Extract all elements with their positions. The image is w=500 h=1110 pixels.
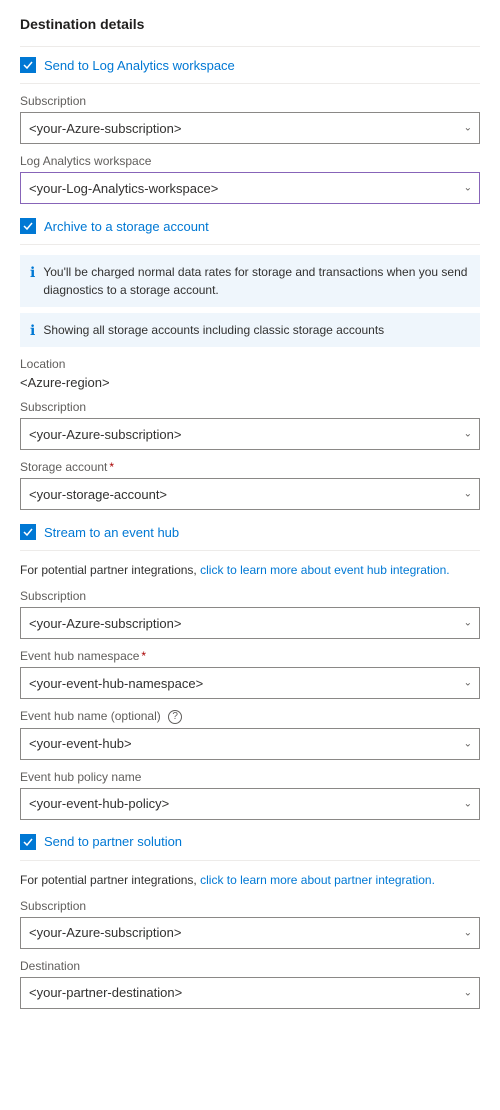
log-analytics-checkbox[interactable] <box>20 57 36 73</box>
partner-destination-dropdown-wrapper: <your-partner-destination> ⌄ <box>20 977 480 1009</box>
storage-account-dropdown-wrapper: <your-storage-account> ⌄ <box>20 478 480 510</box>
event-hub-policy-select[interactable]: <your-event-hub-policy> <box>20 788 480 820</box>
partner-subscription-select[interactable]: <your-Azure-subscription> <box>20 917 480 949</box>
event-hub-namespace-dropdown-wrapper: <your-event-hub-namespace> ⌄ <box>20 667 480 699</box>
storage-location-block: Location <Azure-region> <box>20 357 480 390</box>
partner-subscription-dropdown-wrapper: <your-Azure-subscription> ⌄ <box>20 917 480 949</box>
divider-top <box>20 46 480 47</box>
storage-info-box-2: ℹ Showing all storage accounts including… <box>20 313 480 347</box>
event-hub-namespace-block: Event hub namespace* <your-event-hub-nam… <box>20 649 480 699</box>
storage-location-value: <Azure-region> <box>20 375 480 390</box>
event-hub-subscription-dropdown-wrapper: <your-Azure-subscription> ⌄ <box>20 607 480 639</box>
page-title: Destination details <box>20 16 480 32</box>
info-icon-1: ℹ <box>30 264 35 281</box>
storage-subscription-block: Subscription <your-Azure-subscription> ⌄ <box>20 400 480 450</box>
storage-checkbox-row[interactable]: Archive to a storage account <box>20 218 480 234</box>
divider-1 <box>20 83 480 84</box>
event-hub-name-block: Event hub name (optional) ? <your-event-… <box>20 709 480 760</box>
event-hub-namespace-label: Event hub namespace* <box>20 649 480 663</box>
log-analytics-checkbox-row[interactable]: Send to Log Analytics workspace <box>20 57 480 73</box>
workspace-dropdown-wrapper: <your-Log-Analytics-workspace> ⌄ <box>20 172 480 204</box>
event-hub-subscription-select[interactable]: <your-Azure-subscription> <box>20 607 480 639</box>
partner-subscription-block: Subscription <your-Azure-subscription> ⌄ <box>20 899 480 949</box>
storage-info-text-2: Showing all storage accounts including c… <box>43 321 384 339</box>
partner-subscription-label: Subscription <box>20 899 480 913</box>
partner-info: For potential partner integrations, clic… <box>20 871 480 889</box>
storage-location-label: Location <box>20 357 480 371</box>
event-hub-partner-info: For potential partner integrations, clic… <box>20 561 480 579</box>
log-analytics-subscription-select[interactable]: <your-Azure-subscription> <box>20 112 480 144</box>
storage-subscription-label: Subscription <box>20 400 480 414</box>
event-hub-policy-label: Event hub policy name <box>20 770 480 784</box>
event-hub-namespace-select[interactable]: <your-event-hub-namespace> <box>20 667 480 699</box>
event-hub-subscription-block: Subscription <your-Azure-subscription> ⌄ <box>20 589 480 639</box>
event-hub-checkbox[interactable] <box>20 524 36 540</box>
storage-account-label: Storage account* <box>20 460 480 474</box>
partner-checkbox-row[interactable]: Send to partner solution <box>20 834 480 850</box>
divider-4 <box>20 860 480 861</box>
storage-checkbox[interactable] <box>20 218 36 234</box>
event-hub-policy-block: Event hub policy name <your-event-hub-po… <box>20 770 480 820</box>
storage-required: * <box>109 460 114 474</box>
partner-destination-select[interactable]: <your-partner-destination> <box>20 977 480 1009</box>
partner-label: Send to partner solution <box>44 834 182 849</box>
event-hub-name-label: Event hub name (optional) ? <box>20 709 480 724</box>
namespace-required: * <box>141 649 146 663</box>
event-hub-policy-dropdown-wrapper: <your-event-hub-policy> ⌄ <box>20 788 480 820</box>
storage-info-box-1: ℹ You'll be charged normal data rates fo… <box>20 255 480 307</box>
log-analytics-subscription-block: Subscription <your-Azure-subscription> ⌄ <box>20 94 480 144</box>
log-analytics-subscription-dropdown-wrapper: <your-Azure-subscription> ⌄ <box>20 112 480 144</box>
event-hub-label: Stream to an event hub <box>44 525 179 540</box>
partner-destination-label: Destination <box>20 959 480 973</box>
hub-name-help-icon[interactable]: ? <box>168 710 182 724</box>
log-analytics-label: Send to Log Analytics workspace <box>44 58 235 73</box>
info-icon-2: ℹ <box>30 322 35 339</box>
divider-2 <box>20 244 480 245</box>
event-hub-partner-link[interactable]: click to learn more about event hub inte… <box>200 563 449 577</box>
partner-link[interactable]: click to learn more about partner integr… <box>200 873 435 887</box>
event-hub-name-select[interactable]: <your-event-hub> <box>20 728 480 760</box>
event-hub-name-dropdown-wrapper: <your-event-hub> ⌄ <box>20 728 480 760</box>
divider-3 <box>20 550 480 551</box>
log-analytics-subscription-label: Subscription <box>20 94 480 108</box>
workspace-label: Log Analytics workspace <box>20 154 480 168</box>
workspace-select[interactable]: <your-Log-Analytics-workspace> <box>20 172 480 204</box>
storage-account-select[interactable]: <your-storage-account> <box>20 478 480 510</box>
event-hub-subscription-label: Subscription <box>20 589 480 603</box>
storage-info-text-1: You'll be charged normal data rates for … <box>43 263 470 299</box>
storage-account-block: Storage account* <your-storage-account> … <box>20 460 480 510</box>
event-hub-checkbox-row[interactable]: Stream to an event hub <box>20 524 480 540</box>
partner-destination-block: Destination <your-partner-destination> ⌄ <box>20 959 480 1009</box>
workspace-block: Log Analytics workspace <your-Log-Analyt… <box>20 154 480 204</box>
storage-subscription-select[interactable]: <your-Azure-subscription> <box>20 418 480 450</box>
storage-subscription-dropdown-wrapper: <your-Azure-subscription> ⌄ <box>20 418 480 450</box>
partner-checkbox[interactable] <box>20 834 36 850</box>
storage-label: Archive to a storage account <box>44 219 209 234</box>
